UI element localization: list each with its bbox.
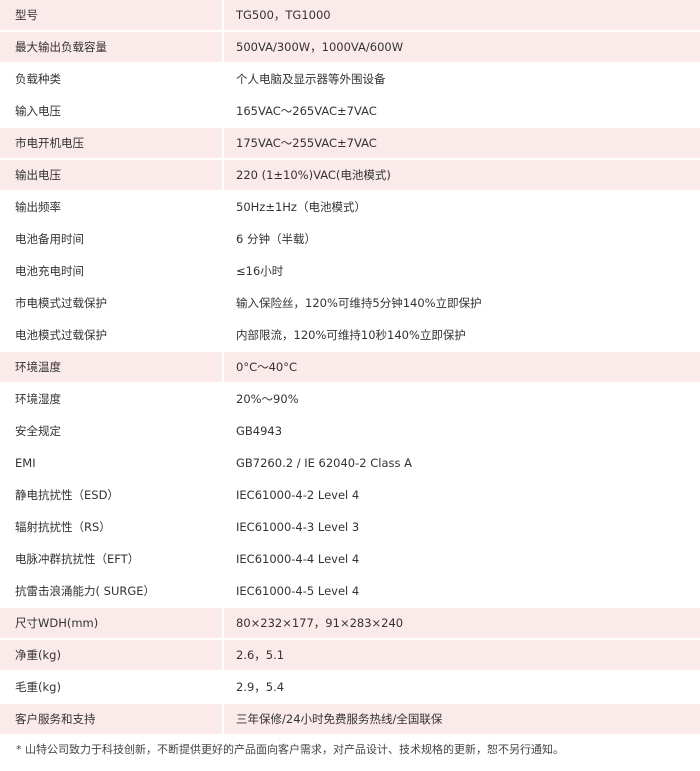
spec-row: 电池模式过载保护 内部限流，120%可维持10秒140%立即保护 [0,319,700,352]
spec-table: 型号 TG500，TG1000 最大输出负载容量 500VA/300W，1000VA/… [0,0,700,736]
spec-label: 环境温度 [0,351,224,384]
spec-row: 环境湿度 20%～90% [0,383,700,416]
spec-label: EMI [0,447,224,480]
spec-label: 辐射抗扰性（RS） [0,511,224,544]
spec-value: 80×232×177，91×283×240 [223,607,700,640]
spec-label: 净重(kg) [0,639,224,672]
spec-label: 型号 [0,0,224,32]
spec-value: 220 (1±10%)VAC(电池模式) [223,159,700,192]
spec-row: 电池充电时间 ≤16小时 [0,255,700,288]
spec-row: 负载种类 个人电脑及显示器等外围设备 [0,63,700,96]
spec-value: 2.6，5.1 [223,639,700,672]
spec-row: 辐射抗扰性（RS） IEC61000-4-3 Level 3 [0,511,700,544]
spec-label: 环境湿度 [0,383,224,416]
spec-value: 三年保修/24小时免费服务热线/全国联保 [223,703,700,736]
spec-value: IEC61000-4-4 Level 4 [223,543,700,576]
spec-label: 输出电压 [0,159,224,192]
spec-label: 输出频率 [0,191,224,224]
spec-label: 电池模式过载保护 [0,319,224,352]
spec-row: 输出电压 220 (1±10%)VAC(电池模式) [0,159,700,192]
spec-row: 电池备用时间 6 分钟（半载） [0,223,700,256]
spec-value: GB7260.2 / IE 62040-2 Class A [223,447,700,480]
spec-label: 市电开机电压 [0,127,224,160]
spec-label: 抗雷击浪涌能力( SURGE） [0,575,224,608]
spec-value: 165VAC～265VAC±7VAC [223,95,700,128]
spec-row: 型号 TG500，TG1000 [0,0,700,32]
spec-row: 安全规定 GB4943 [0,415,700,448]
spec-row: 电脉冲群抗扰性（EFT） IEC61000-4-4 Level 4 [0,543,700,576]
spec-row: 抗雷击浪涌能力( SURGE） IEC61000-4-5 Level 4 [0,575,700,608]
spec-value: ≤16小时 [223,255,700,288]
spec-value: IEC61000-4-2 Level 4 [223,479,700,512]
spec-row: 静电抗扰性（ESD） IEC61000-4-2 Level 4 [0,479,700,512]
spec-label: 电脉冲群抗扰性（EFT） [0,543,224,576]
spec-label: 安全规定 [0,415,224,448]
spec-label: 客户服务和支持 [0,703,224,736]
spec-value: 内部限流，120%可维持10秒140%立即保护 [223,319,700,352]
spec-row: EMI GB7260.2 / IE 62040-2 Class A [0,447,700,480]
spec-value: 0°C～40°C [223,351,700,384]
spec-label: 市电模式过载保护 [0,287,224,320]
spec-value: 175VAC～255VAC±7VAC [223,127,700,160]
spec-row: 尺寸WDH(mm) 80×232×177，91×283×240 [0,607,700,640]
footnote: * 山特公司致力于科技创新，不断提供更好的产品面向客户需求，对产品设计、技术规格… [16,743,564,756]
spec-value: TG500，TG1000 [223,0,700,32]
spec-value: 6 分钟（半载） [223,223,700,256]
spec-value: IEC61000-4-5 Level 4 [223,575,700,608]
spec-label: 尺寸WDH(mm) [0,607,224,640]
spec-label: 输入电压 [0,95,224,128]
spec-label: 最大输出负载容量 [0,31,224,64]
spec-row: 最大输出负载容量 500VA/300W，1000VA/600W [0,31,700,64]
spec-row: 环境温度 0°C～40°C [0,351,700,384]
spec-row: 输出频率 50Hz±1Hz（电池模式） [0,191,700,224]
spec-row: 市电模式过载保护 输入保险丝，120%可维持5分钟140%立即保护 [0,287,700,320]
spec-value: 个人电脑及显示器等外围设备 [223,63,700,96]
spec-table-body: 型号 TG500，TG1000 最大输出负载容量 500VA/300W，1000VA/… [0,0,700,736]
spec-label: 电池充电时间 [0,255,224,288]
spec-value: 20%～90% [223,383,700,416]
spec-row: 市电开机电压 175VAC～255VAC±7VAC [0,127,700,160]
spec-value: 50Hz±1Hz（电池模式） [223,191,700,224]
spec-label: 电池备用时间 [0,223,224,256]
spec-value: 2.9，5.4 [223,671,700,704]
spec-value: 500VA/300W，1000VA/600W [223,31,700,64]
spec-value: 输入保险丝，120%可维持5分钟140%立即保护 [223,287,700,320]
spec-row: 输入电压 165VAC～265VAC±7VAC [0,95,700,128]
spec-row: 净重(kg) 2.6，5.1 [0,639,700,672]
spec-label: 负载种类 [0,63,224,96]
spec-row: 客户服务和支持 三年保修/24小时免费服务热线/全国联保 [0,703,700,736]
spec-label: 静电抗扰性（ESD） [0,479,224,512]
spec-row: 毛重(kg) 2.9，5.4 [0,671,700,704]
spec-value: IEC61000-4-3 Level 3 [223,511,700,544]
spec-label: 毛重(kg) [0,671,224,704]
spec-value: GB4943 [223,415,700,448]
